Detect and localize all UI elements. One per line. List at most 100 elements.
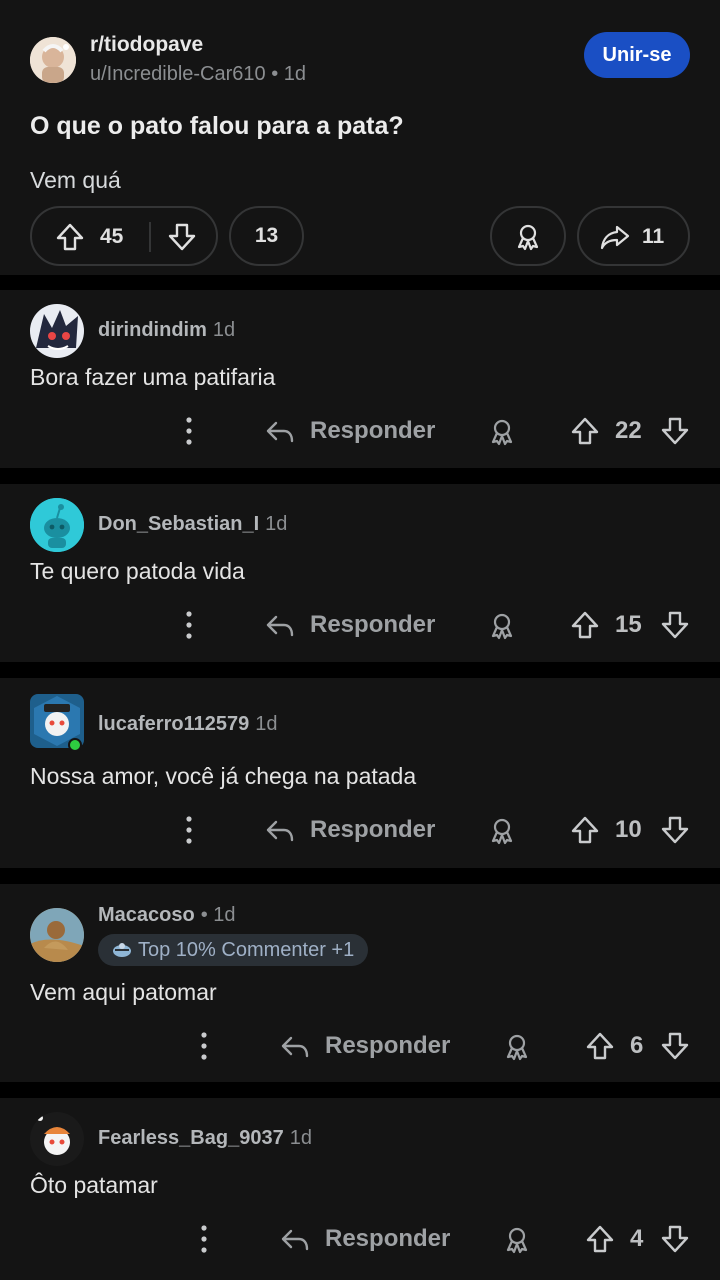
reply-button[interactable]: Responder (264, 411, 435, 451)
comment-card: Fearless_Bag_9037 1d Ôto patamar Responde… (0, 1098, 720, 1280)
comment-count: 13 (254, 224, 279, 247)
comment-card: lucaferro112579 1d Nossa amor, você já ch… (0, 678, 720, 868)
comment-card: Don_Sebastian_I 1d Te quero patoda vida R… (0, 484, 720, 662)
award-icon (512, 220, 544, 252)
reply-button[interactable]: Responder (264, 605, 435, 645)
reply-button[interactable]: Responder (264, 810, 435, 850)
post-author[interactable]: u/Incredible-Car610 (90, 63, 266, 85)
comment-card: dirindindim 1d Bora fazer uma patifaria R… (0, 290, 720, 468)
comment-score: 4 (630, 1225, 644, 1252)
comment-username[interactable]: lucaferro112579 1d (98, 713, 277, 736)
downvote-icon[interactable] (659, 1030, 691, 1062)
username-text[interactable]: lucaferro112579 (98, 713, 249, 735)
user-avatar[interactable] (30, 1112, 84, 1166)
comment-text: Te quero patoda vida (30, 558, 245, 584)
comment-age: 1d (265, 513, 288, 535)
user-avatar[interactable] (30, 498, 84, 552)
comment-actions: Responder 10 (0, 810, 720, 850)
more-options-icon[interactable] (179, 411, 199, 451)
more-options-icon[interactable] (179, 810, 199, 850)
reply-label: Responder (325, 1225, 451, 1252)
comment-username[interactable]: Macacoso • 1d (98, 904, 236, 927)
post-score: 45 (100, 225, 124, 248)
reply-label: Responder (310, 417, 436, 444)
comment-score: 15 (615, 611, 642, 638)
comment-score: 10 (615, 816, 642, 843)
user-avatar[interactable] (30, 908, 84, 962)
user-avatar[interactable] (30, 304, 84, 358)
vote-divider (149, 222, 151, 252)
award-icon[interactable] (486, 415, 518, 447)
upvote-icon[interactable] (584, 1030, 616, 1062)
comment-text: Vem aqui patomar (30, 979, 217, 1005)
comment-text: Bora fazer uma patifaria (30, 364, 276, 390)
post-body: Vem quá (30, 167, 121, 193)
upvote-icon[interactable] (54, 221, 86, 253)
comment-actions: Responder 6 (0, 1026, 720, 1066)
username-text[interactable]: Macacoso (98, 904, 195, 926)
reply-label: Responder (310, 611, 436, 638)
online-status-dot (68, 738, 82, 752)
award-button[interactable] (490, 206, 566, 266)
subreddit-avatar[interactable] (30, 37, 76, 83)
downvote-icon[interactable] (659, 415, 691, 447)
award-icon[interactable] (486, 814, 518, 846)
reply-icon (264, 415, 296, 447)
reply-icon (264, 814, 296, 846)
meta-dot: • (271, 63, 284, 85)
top-commenter-badge[interactable]: Top 10% Commenter +1 (98, 934, 369, 966)
top-commenter-icon (110, 938, 134, 962)
more-options-icon[interactable] (194, 1219, 214, 1259)
comment-username[interactable]: Fearless_Bag_9037 1d (98, 1127, 312, 1150)
reply-icon (264, 609, 296, 641)
comments-button[interactable]: 13 (229, 206, 304, 266)
comment-age: 1d (289, 1127, 312, 1149)
reply-icon (279, 1223, 311, 1255)
reply-icon (279, 1030, 311, 1062)
join-button[interactable]: Unir-se (584, 32, 690, 78)
upvote-icon[interactable] (569, 609, 601, 641)
more-options-icon[interactable] (194, 1026, 214, 1066)
comment-card: Macacoso • 1d Top 10% Commenter +1 Vem aq… (0, 884, 720, 1082)
comment-text: Ôto patamar (30, 1172, 158, 1198)
reply-button[interactable]: Responder (279, 1026, 450, 1066)
reply-label: Responder (310, 816, 436, 843)
downvote-icon[interactable] (166, 221, 198, 253)
award-icon[interactable] (501, 1223, 533, 1255)
post-card: r/tiodopave u/Incredible-Car610 • 1d Uni… (0, 0, 720, 275)
upvote-icon[interactable] (569, 415, 601, 447)
downvote-icon[interactable] (659, 1223, 691, 1255)
share-button[interactable]: 11 (577, 206, 690, 266)
post-meta: u/Incredible-Car610 • 1d (90, 63, 306, 86)
comment-age: 1d (212, 319, 236, 341)
post-vote-pill: 45 (30, 206, 218, 266)
post-title: O que o pato falou para a pata? (30, 112, 404, 140)
more-options-icon[interactable] (179, 605, 199, 645)
comment-actions: Responder 4 (0, 1219, 720, 1259)
share-icon (599, 221, 631, 253)
downvote-icon[interactable] (659, 609, 691, 641)
subreddit-name[interactable]: r/tiodopave (90, 33, 203, 57)
upvote-icon[interactable] (584, 1223, 616, 1255)
badge-label: Top 10% Commenter +1 (138, 938, 355, 961)
comment-score: 22 (615, 417, 642, 444)
reply-label: Responder (325, 1032, 451, 1059)
username-text[interactable]: Fearless_Bag_9037 (98, 1127, 284, 1149)
upvote-icon[interactable] (569, 814, 601, 846)
reply-button[interactable]: Responder (279, 1219, 450, 1259)
comment-score: 6 (630, 1032, 644, 1059)
comment-actions: Responder 22 (0, 411, 720, 451)
comment-actions: Responder 15 (0, 605, 720, 645)
username-text[interactable]: dirindindim (98, 319, 207, 341)
post-age: 1d (283, 63, 307, 85)
comment-username[interactable]: Don_Sebastian_I 1d (98, 513, 287, 536)
share-count: 11 (642, 225, 665, 248)
award-icon[interactable] (501, 1030, 533, 1062)
username-text[interactable]: Don_Sebastian_I (98, 513, 259, 535)
comment-username[interactable]: dirindindim 1d (98, 319, 235, 342)
comment-text: Nossa amor, você já chega na patada (30, 763, 417, 789)
downvote-icon[interactable] (659, 814, 691, 846)
comment-age: 1d (255, 713, 278, 735)
comment-age: • 1d (200, 904, 236, 926)
award-icon[interactable] (486, 609, 518, 641)
